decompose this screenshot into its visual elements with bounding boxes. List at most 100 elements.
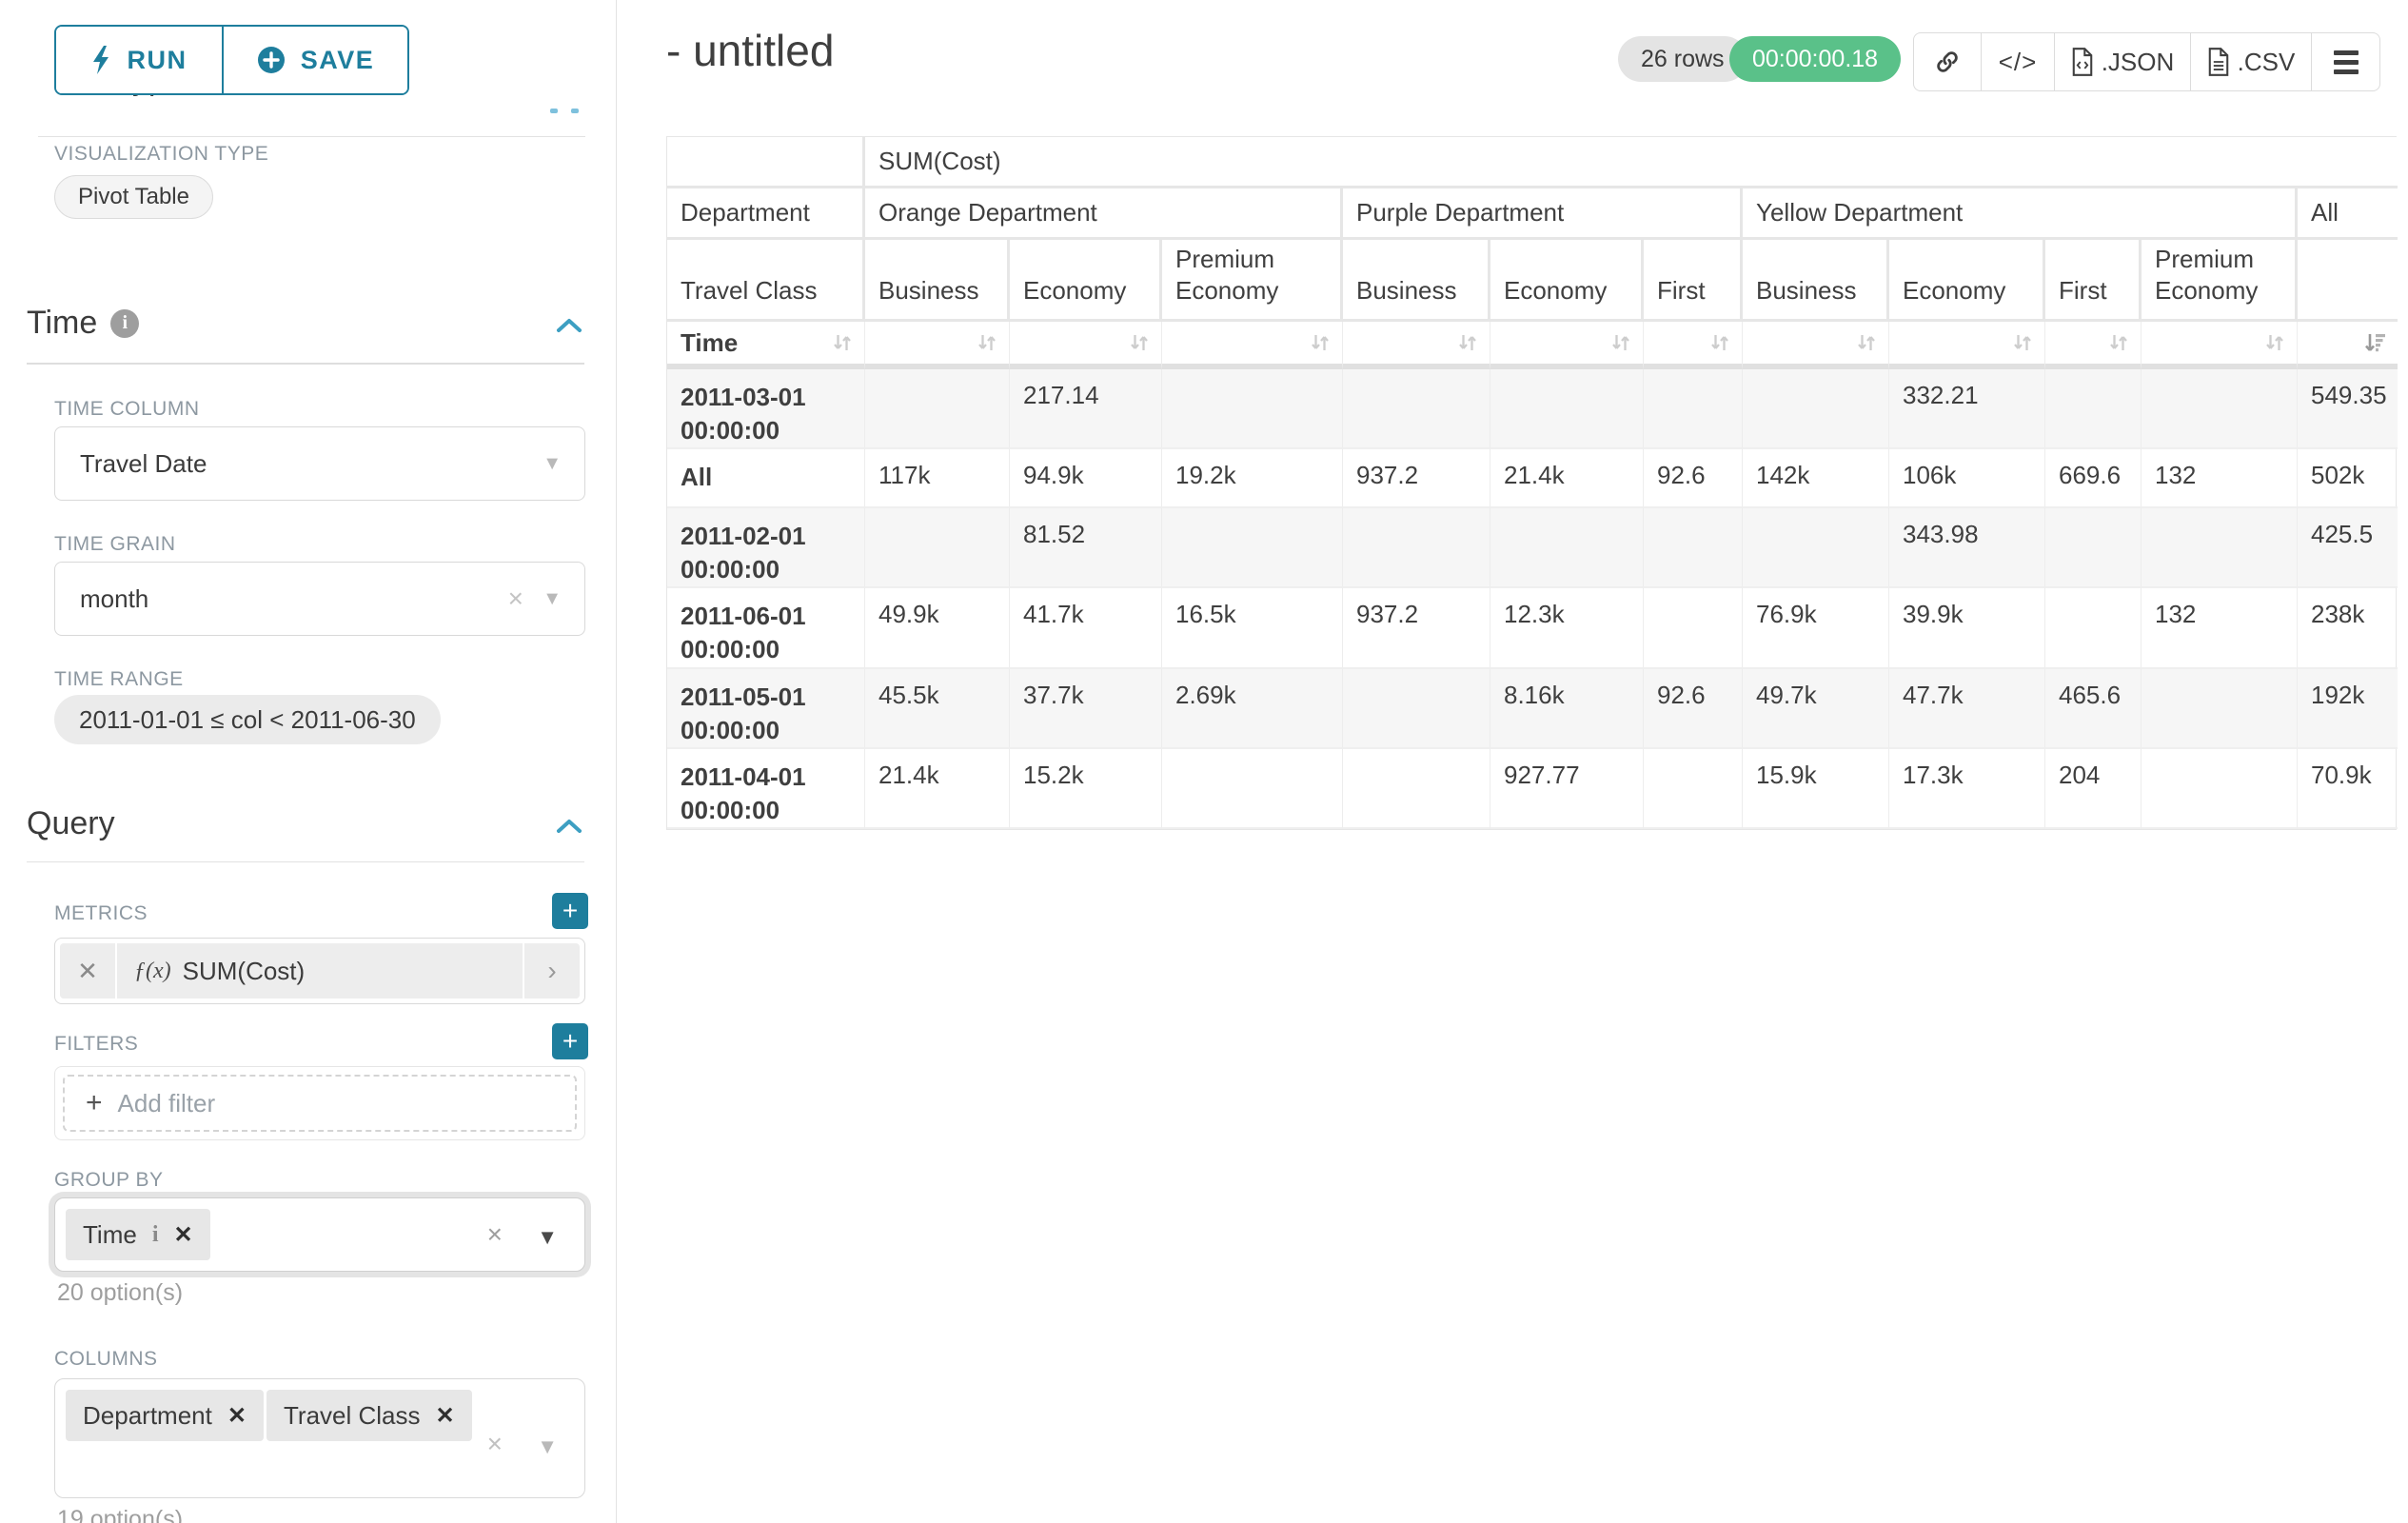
filters-label: FILTERS <box>54 1033 138 1056</box>
pivot-cell: 937.2 <box>1343 588 1490 668</box>
time-grain-value: month <box>80 584 148 614</box>
time-column-select[interactable]: Travel Date ▼ <box>54 426 585 501</box>
sort-header[interactable] <box>2045 322 2142 369</box>
sort-header[interactable] <box>2142 322 2298 369</box>
sort-header[interactable] <box>1010 322 1162 369</box>
chevron-down-icon[interactable]: ▼ <box>543 588 562 610</box>
sort-header-active[interactable] <box>2298 322 2398 369</box>
chevron-right-icon[interactable]: › <box>524 943 580 999</box>
pivot-cell <box>2142 369 2298 449</box>
chevron-up-icon[interactable] <box>556 817 582 836</box>
pivot-cell: 204 <box>2045 749 2142 829</box>
department-group-header: Orange Department <box>865 188 1343 240</box>
pivot-cell: 92.6 <box>1644 669 1743 749</box>
time-section-heading: Time i <box>27 305 139 342</box>
group-by-chip[interactable]: Time i ✕ <box>66 1209 210 1260</box>
save-button[interactable]: SAVE <box>224 27 407 93</box>
remove-chip-icon[interactable]: ✕ <box>173 1221 192 1249</box>
chevron-down-icon[interactable]: ▼ <box>537 1434 558 1459</box>
travel-class-header: Premium Economy <box>1162 240 1343 322</box>
remove-chip-icon[interactable]: ✕ <box>436 1402 455 1430</box>
columns-chip-label: Department <box>83 1401 212 1431</box>
columns-chip-label: Travel Class <box>284 1401 421 1431</box>
query-section-title: Query <box>27 805 115 842</box>
add-filter-placeholder: Add filter <box>118 1089 216 1118</box>
sort-header-time[interactable]: Time <box>667 322 865 369</box>
sort-header[interactable] <box>1644 322 1743 369</box>
columns-label: COLUMNS <box>54 1348 158 1371</box>
run-button[interactable]: RUN <box>56 27 224 93</box>
clear-icon[interactable]: × <box>508 583 523 614</box>
sort-icon <box>975 330 999 355</box>
chevron-up-icon[interactable] <box>556 316 582 335</box>
save-button-label: SAVE <box>301 46 375 75</box>
pivot-cell <box>1162 508 1343 588</box>
hamburger-menu-icon <box>2334 50 2359 74</box>
sort-header[interactable] <box>1343 322 1490 369</box>
pivot-cell <box>1644 369 1743 449</box>
add-metric-button[interactable]: + <box>552 893 588 929</box>
group-by-options-hint: 20 option(s) <box>57 1279 183 1307</box>
export-csv-button[interactable]: .CSV <box>2190 33 2311 90</box>
pivot-cell: 94.9k <box>1010 449 1162 508</box>
pivot-cell <box>865 369 1010 449</box>
pivot-cell: 16.5k <box>1162 588 1343 668</box>
pivot-cell: 76.9k <box>1743 588 1889 668</box>
pivot-cell: 37.7k <box>1010 669 1162 749</box>
pivot-cell: 47.7k <box>1889 669 2045 749</box>
pivot-cell: 927.77 <box>1490 749 1644 829</box>
sort-header[interactable] <box>1162 322 1343 369</box>
pivot-cell <box>1644 588 1743 668</box>
sort-header[interactable] <box>1743 322 1889 369</box>
sort-header[interactable] <box>1490 322 1644 369</box>
pivot-cell <box>2142 508 2298 588</box>
visualization-type-chip[interactable]: Pivot Table <box>54 175 213 219</box>
copy-link-button[interactable] <box>1914 33 1981 90</box>
pivot-cell: 238k <box>2298 588 2398 668</box>
export-json-button[interactable]: .JSON <box>2054 33 2190 90</box>
view-query-button[interactable]: </> <box>1981 33 2054 90</box>
more-options-button[interactable] <box>2311 33 2379 90</box>
pivot-cell <box>1162 749 1343 829</box>
travel-class-axis-cell: Travel Class <box>667 240 865 322</box>
department-group-header: Purple Department <box>1343 188 1743 240</box>
travel-class-header: Business <box>865 240 1010 322</box>
time-grain-select[interactable]: month × ▼ <box>54 562 585 636</box>
metric-chip[interactable]: ✕ ƒ(x) SUM(Cost) › <box>60 943 580 999</box>
pivot-cell: 21.4k <box>865 749 1010 829</box>
sort-icon <box>830 330 855 355</box>
csv-file-icon <box>2207 48 2230 76</box>
time-range-chip[interactable]: 2011-01-01 ≤ col < 2011-06-30 <box>54 695 441 744</box>
pivot-cell: 132 <box>2142 449 2298 508</box>
remove-metric-icon[interactable]: ✕ <box>60 943 115 999</box>
columns-options-hint: 19 option(s) <box>57 1506 183 1523</box>
add-filter-plus-button[interactable]: + <box>552 1023 588 1059</box>
clear-icon[interactable]: × <box>487 1219 503 1250</box>
plus-icon: + <box>86 1087 103 1119</box>
pivot-cell: 17.3k <box>1889 749 2045 829</box>
table-row: 2011-04-01 00:00:0021.4k15.2k927.7715.9k… <box>667 749 2398 829</box>
pivot-cell: 15.9k <box>1743 749 1889 829</box>
pivot-cell <box>2045 508 2142 588</box>
chart-title[interactable]: - untitled <box>666 25 834 76</box>
sort-header[interactable] <box>865 322 1010 369</box>
columns-chip[interactable]: Travel Class ✕ <box>266 1390 472 1441</box>
add-filter-button[interactable]: + Add filter <box>63 1075 577 1132</box>
pivot-cell: 49.9k <box>865 588 1010 668</box>
remove-chip-icon[interactable]: ✕ <box>227 1402 247 1430</box>
department-group-header: All <box>2298 188 2398 240</box>
chevron-down-icon[interactable]: ▼ <box>537 1225 558 1250</box>
chevron-down-icon[interactable]: ▼ <box>543 453 562 475</box>
sort-header[interactable] <box>1889 322 2045 369</box>
clear-icon[interactable]: × <box>487 1429 503 1459</box>
table-row: 2011-06-01 00:00:0049.9k41.7k16.5k937.21… <box>667 588 2398 668</box>
pivot-row-label: 2011-04-01 00:00:00 <box>667 749 865 829</box>
columns-select[interactable]: Department ✕ Travel Class ✕ × ▼ <box>54 1378 585 1498</box>
group-by-select[interactable]: Time i ✕ × ▼ <box>54 1197 585 1272</box>
export-csv-label: .CSV <box>2238 48 2296 77</box>
travel-class-header: Economy <box>1889 240 2045 322</box>
pivot-cell: 21.4k <box>1490 449 1644 508</box>
pivot-cell: 41.7k <box>1010 588 1162 668</box>
columns-chip[interactable]: Department ✕ <box>66 1390 264 1441</box>
pivot-cell <box>1343 749 1490 829</box>
